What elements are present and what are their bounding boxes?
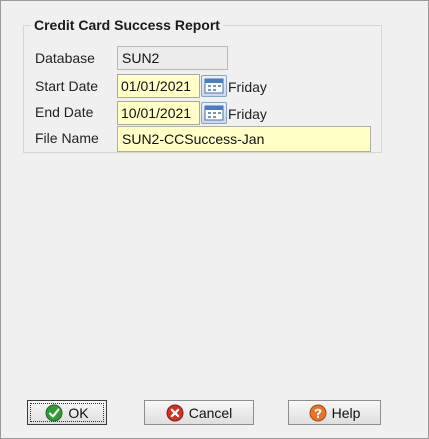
calendar-icon	[204, 105, 224, 121]
end-date-calendar-button[interactable]	[201, 102, 227, 124]
file-name-label: File Name	[35, 130, 99, 146]
end-day-label: Friday	[228, 106, 267, 122]
start-date-label: Start Date	[35, 78, 99, 94]
calendar-icon	[204, 78, 224, 94]
check-circle-icon	[45, 404, 63, 422]
help-question-icon	[309, 404, 327, 422]
help-button[interactable]: Help	[288, 400, 381, 425]
cancel-button-label: Cancel	[188, 404, 233, 421]
ok-button[interactable]: OK	[27, 400, 107, 425]
group-title: Credit Card Success Report	[31, 16, 223, 34]
start-date-field[interactable]	[117, 74, 200, 98]
ok-button-label: OK	[68, 404, 89, 421]
database-field: SUN2	[117, 46, 228, 70]
end-date-field[interactable]	[117, 101, 200, 125]
database-label: Database	[35, 50, 95, 66]
help-button-label: Help	[331, 404, 361, 421]
report-dialog: Credit Card Success Report Database SUN2…	[0, 0, 429, 439]
file-name-field[interactable]	[117, 126, 371, 152]
start-day-label: Friday	[228, 79, 267, 95]
cancel-button[interactable]: Cancel	[144, 400, 254, 425]
end-date-label: End Date	[35, 104, 94, 120]
start-date-calendar-button[interactable]	[201, 75, 227, 97]
cancel-x-icon	[166, 404, 184, 422]
